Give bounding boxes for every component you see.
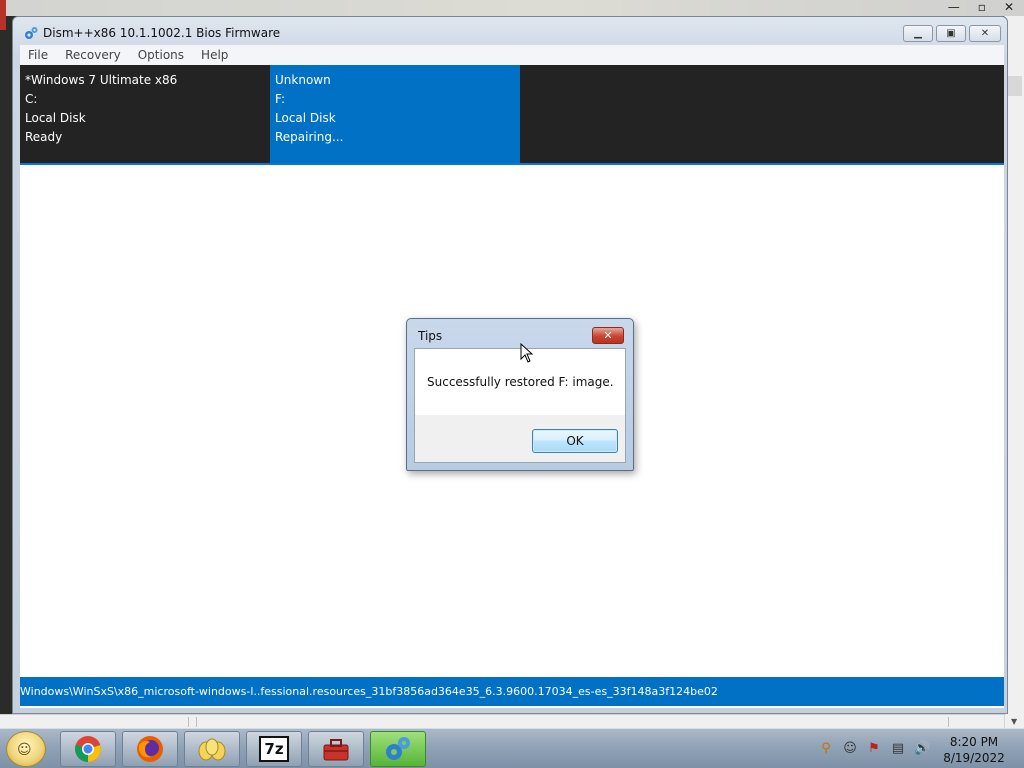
- taskbar-group[interactable]: [184, 731, 240, 767]
- background-window-edge: [0, 0, 6, 30]
- scrollbar-thumb[interactable]: [1008, 76, 1022, 96]
- action-center-flag-icon[interactable]: ⚑: [866, 741, 882, 757]
- image-card-windows7[interactable]: *Windows 7 Ultimate x86 C: Local Disk Re…: [20, 65, 270, 163]
- taskbar-dism[interactable]: [370, 731, 426, 767]
- ok-button-label: OK: [566, 434, 584, 448]
- scroll-down-arrow-icon[interactable]: ▼: [1011, 717, 1017, 726]
- close-icon: ✕: [980, 28, 990, 39]
- menu-bar: File Recovery Options Help: [20, 45, 1004, 65]
- image-drive: C:: [25, 92, 38, 106]
- toolbox-icon: [323, 739, 349, 761]
- image-card-unknown[interactable]: Unknown F: Local Disk Repairing...: [270, 65, 520, 163]
- taskbar-toolbox[interactable]: [308, 731, 364, 767]
- image-status: Ready: [25, 130, 63, 144]
- background-maximize-icon[interactable]: ▫: [978, 0, 986, 14]
- image-name: Unknown: [275, 73, 331, 87]
- maximize-button[interactable]: ▣: [936, 25, 966, 42]
- image-drive: F:: [275, 92, 286, 106]
- dism-gear-icon: [25, 27, 38, 39]
- dialog-message: Successfully restored F: image.: [427, 375, 614, 389]
- mouse-cursor-icon: [520, 343, 534, 363]
- title-bar[interactable]: Dism++x86 10.1.1002.1 Bios Firmware ▁ ▣ …: [13, 17, 1007, 47]
- close-button[interactable]: ✕: [969, 25, 1001, 42]
- maximize-icon: ▣: [946, 28, 956, 39]
- clock-time: 8:20 PM: [949, 735, 999, 749]
- 7zip-icon: 7z: [259, 736, 289, 762]
- dism-gear-icon: [386, 737, 410, 760]
- taskbar-clock[interactable]: 8:20 PM 8/19/2022: [938, 734, 1010, 766]
- horizontal-scrollbar[interactable]: [0, 714, 1004, 728]
- image-list: *Windows 7 Ultimate x86 C: Local Disk Re…: [20, 65, 1004, 165]
- search-icon[interactable]: ⚲: [818, 741, 834, 757]
- group-icon: [198, 738, 226, 761]
- image-list-divider: [20, 163, 1004, 165]
- dialog-close-button[interactable]: ✕: [592, 327, 624, 344]
- menu-recovery[interactable]: Recovery: [57, 48, 130, 62]
- background-minimize-icon[interactable]: —: [948, 0, 960, 14]
- image-disk-type: Local Disk: [25, 111, 86, 125]
- tips-dialog: Tips ✕ Successfully restored F: image. O…: [406, 318, 634, 471]
- background-close-icon[interactable]: ✕: [1004, 0, 1014, 14]
- menu-options[interactable]: Options: [130, 48, 193, 62]
- image-disk-type: Local Disk: [275, 111, 336, 125]
- menu-help[interactable]: Help: [193, 48, 237, 62]
- image-status: Repairing...: [275, 130, 344, 144]
- status-bar: Windows\WinSxS\x86_microsoft-windows-l..…: [20, 677, 1004, 706]
- window-title: Dism++x86 10.1.1002.1 Bios Firmware: [43, 26, 281, 40]
- taskbar: ☺ 7z ⚲ ☺ ⚑ ▤ 🔊 8:20 PM 8/19/2022: [0, 728, 1024, 768]
- start-orb-icon: ☺: [17, 742, 32, 758]
- taskbar-7zip[interactable]: 7z: [246, 731, 302, 767]
- close-icon: ✕: [603, 329, 613, 342]
- dialog-title: Tips: [418, 329, 443, 343]
- clock-date: 8/19/2022: [943, 751, 1005, 765]
- image-name: *Windows 7 Ultimate x86: [25, 73, 178, 87]
- taskbar-firefox[interactable]: [122, 731, 178, 767]
- dialog-body: Successfully restored F: image. OK: [414, 348, 626, 463]
- minimize-button[interactable]: ▁: [903, 25, 933, 42]
- menu-file[interactable]: File: [20, 48, 57, 62]
- firefox-icon: [137, 736, 163, 762]
- background-window-titlebar: — ▫ ✕: [0, 0, 1024, 16]
- taskbar-chrome[interactable]: [60, 731, 116, 767]
- volume-icon[interactable]: 🔊: [914, 741, 930, 757]
- status-text: Windows\WinSxS\x86_microsoft-windows-l..…: [20, 685, 718, 698]
- start-button[interactable]: ☺: [6, 731, 46, 767]
- ok-button[interactable]: OK: [532, 429, 618, 453]
- chrome-icon: [75, 736, 101, 762]
- chat-icon[interactable]: ☺: [842, 741, 858, 757]
- minimize-icon: ▁: [914, 28, 922, 39]
- system-tray: ⚲ ☺ ⚑ ▤ 🔊: [818, 741, 930, 757]
- network-icon[interactable]: ▤: [890, 741, 906, 757]
